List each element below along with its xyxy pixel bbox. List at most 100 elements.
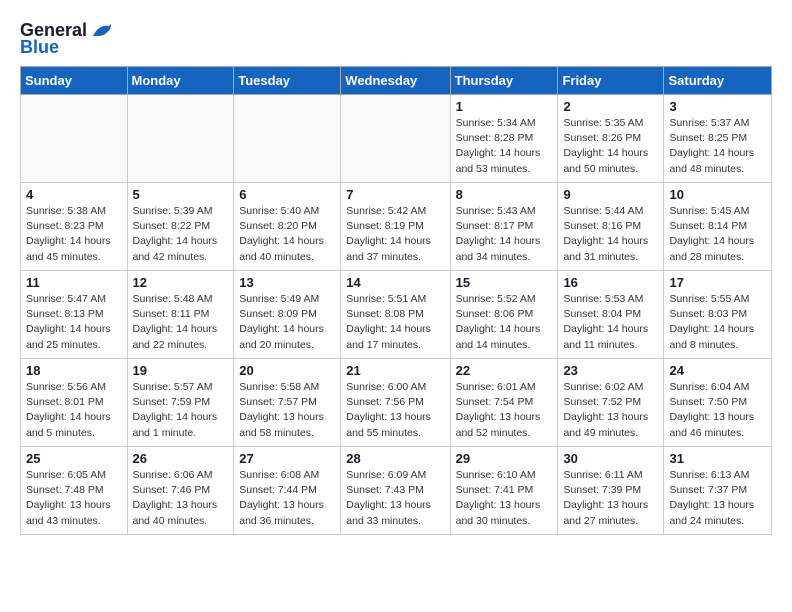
calendar-cell (21, 95, 128, 183)
day-number: 8 (456, 187, 553, 202)
calendar-cell: 8 Sunrise: 5:43 AM Sunset: 8:17 PM Daylig… (450, 183, 558, 271)
calendar-cell: 17 Sunrise: 5:55 AM Sunset: 8:03 PM Dayli… (664, 271, 772, 359)
day-info: Sunrise: 5:38 AM Sunset: 8:23 PM Dayligh… (26, 204, 122, 265)
day-info: Sunrise: 5:44 AM Sunset: 8:16 PM Dayligh… (563, 204, 658, 265)
calendar-cell: 23Sunrise: 6:02 AM Sunset: 7:52 PM Dayli… (558, 359, 664, 447)
calendar-cell: 4Sunrise: 5:38 AM Sunset: 8:23 PM Daylig… (21, 183, 128, 271)
day-number: 22 (456, 363, 553, 378)
day-info: Sunrise: 5:43 AM Sunset: 8:17 PM Dayligh… (456, 204, 553, 265)
calendar-cell: 12 Sunrise: 5:48 AM Sunset: 8:11 PM Dayli… (127, 271, 234, 359)
day-info: Sunrise: 5:52 AM Sunset: 8:06 PM Dayligh… (456, 292, 553, 353)
day-number: 20 (239, 363, 335, 378)
calendar-cell: 27Sunrise: 6:08 AM Sunset: 7:44 PM Dayli… (234, 447, 341, 535)
calendar-cell: 14 Sunrise: 5:51 AM Sunset: 8:08 PM Dayli… (341, 271, 450, 359)
day-number: 11 (26, 275, 122, 290)
day-number: 15 (456, 275, 553, 290)
calendar-header-wednesday: Wednesday (341, 67, 450, 95)
logo-bird-icon (91, 22, 113, 40)
day-info: Sunrise: 5:48 AM Sunset: 8:11 PM Dayligh… (133, 292, 229, 353)
day-info: Sunrise: 6:01 AM Sunset: 7:54 PM Dayligh… (456, 380, 553, 441)
day-info: Sunrise: 6:13 AM Sunset: 7:37 PM Dayligh… (669, 468, 766, 529)
day-info: Sunrise: 5:56 AM Sunset: 8:01 PM Dayligh… (26, 380, 122, 441)
day-info: Sunrise: 6:10 AM Sunset: 7:41 PM Dayligh… (456, 468, 553, 529)
calendar-cell: 6 Sunrise: 5:40 AM Sunset: 8:20 PM Daylig… (234, 183, 341, 271)
calendar-cell: 5 Sunrise: 5:39 AM Sunset: 8:22 PM Daylig… (127, 183, 234, 271)
calendar-cell: 26Sunrise: 6:06 AM Sunset: 7:46 PM Dayli… (127, 447, 234, 535)
day-info: Sunrise: 6:00 AM Sunset: 7:56 PM Dayligh… (346, 380, 444, 441)
day-number: 17 (669, 275, 766, 290)
calendar-cell: 3 Sunrise: 5:37 AM Sunset: 8:25 PM Daylig… (664, 95, 772, 183)
day-number: 7 (346, 187, 444, 202)
calendar-cell: 1 Sunrise: 5:34 AM Sunset: 8:28 PM Daylig… (450, 95, 558, 183)
week-row-3: 11 Sunrise: 5:47 AM Sunset: 8:13 PM Dayli… (21, 271, 772, 359)
calendar-header-tuesday: Tuesday (234, 67, 341, 95)
day-info: Sunrise: 5:49 AM Sunset: 8:09 PM Dayligh… (239, 292, 335, 353)
day-number: 10 (669, 187, 766, 202)
title-area (113, 16, 772, 18)
day-number: 12 (133, 275, 229, 290)
day-info: Sunrise: 5:42 AM Sunset: 8:19 PM Dayligh… (346, 204, 444, 265)
day-number: 14 (346, 275, 444, 290)
calendar-cell (127, 95, 234, 183)
logo-blue-text: Blue (20, 37, 59, 58)
calendar-cell: 11 Sunrise: 5:47 AM Sunset: 8:13 PM Dayli… (21, 271, 128, 359)
calendar-cell: 30 Sunrise: 6:11 AM Sunset: 7:39 PM Dayli… (558, 447, 664, 535)
day-info: Sunrise: 6:05 AM Sunset: 7:48 PM Dayligh… (26, 468, 122, 529)
calendar-cell: 22 Sunrise: 6:01 AM Sunset: 7:54 PM Dayli… (450, 359, 558, 447)
calendar-cell: 24Sunrise: 6:04 AM Sunset: 7:50 PM Dayli… (664, 359, 772, 447)
calendar-cell: 31 Sunrise: 6:13 AM Sunset: 7:37 PM Dayli… (664, 447, 772, 535)
calendar-cell: 2 Sunrise: 5:35 AM Sunset: 8:26 PM Daylig… (558, 95, 664, 183)
calendar-cell: 13 Sunrise: 5:49 AM Sunset: 8:09 PM Dayli… (234, 271, 341, 359)
header: General Blue (20, 16, 772, 58)
week-row-2: 4Sunrise: 5:38 AM Sunset: 8:23 PM Daylig… (21, 183, 772, 271)
calendar-cell: 21Sunrise: 6:00 AM Sunset: 7:56 PM Dayli… (341, 359, 450, 447)
day-number: 5 (133, 187, 229, 202)
day-number: 18 (26, 363, 122, 378)
calendar-cell: 29 Sunrise: 6:10 AM Sunset: 7:41 PM Dayli… (450, 447, 558, 535)
calendar-header-monday: Monday (127, 67, 234, 95)
day-number: 29 (456, 451, 553, 466)
day-info: Sunrise: 5:47 AM Sunset: 8:13 PM Dayligh… (26, 292, 122, 353)
day-info: Sunrise: 5:53 AM Sunset: 8:04 PM Dayligh… (563, 292, 658, 353)
day-number: 31 (669, 451, 766, 466)
calendar-table: SundayMondayTuesdayWednesdayThursdayFrid… (20, 66, 772, 535)
day-number: 28 (346, 451, 444, 466)
day-info: Sunrise: 6:02 AM Sunset: 7:52 PM Dayligh… (563, 380, 658, 441)
day-number: 3 (669, 99, 766, 114)
calendar-cell: 10Sunrise: 5:45 AM Sunset: 8:14 PM Dayli… (664, 183, 772, 271)
calendar-cell: 15 Sunrise: 5:52 AM Sunset: 8:06 PM Dayli… (450, 271, 558, 359)
calendar-cell: 28 Sunrise: 6:09 AM Sunset: 7:43 PM Dayli… (341, 447, 450, 535)
day-info: Sunrise: 5:39 AM Sunset: 8:22 PM Dayligh… (133, 204, 229, 265)
day-number: 6 (239, 187, 335, 202)
calendar-cell: 19Sunrise: 5:57 AM Sunset: 7:59 PM Dayli… (127, 359, 234, 447)
day-info: Sunrise: 6:06 AM Sunset: 7:46 PM Dayligh… (133, 468, 229, 529)
calendar-header-friday: Friday (558, 67, 664, 95)
day-info: Sunrise: 6:04 AM Sunset: 7:50 PM Dayligh… (669, 380, 766, 441)
calendar-cell: 18 Sunrise: 5:56 AM Sunset: 8:01 PM Dayli… (21, 359, 128, 447)
calendar-header-thursday: Thursday (450, 67, 558, 95)
day-info: Sunrise: 6:08 AM Sunset: 7:44 PM Dayligh… (239, 468, 335, 529)
calendar-cell: 16 Sunrise: 5:53 AM Sunset: 8:04 PM Dayli… (558, 271, 664, 359)
day-number: 1 (456, 99, 553, 114)
day-info: Sunrise: 5:58 AM Sunset: 7:57 PM Dayligh… (239, 380, 335, 441)
day-info: Sunrise: 5:55 AM Sunset: 8:03 PM Dayligh… (669, 292, 766, 353)
day-number: 16 (563, 275, 658, 290)
calendar-header-row: SundayMondayTuesdayWednesdayThursdayFrid… (21, 67, 772, 95)
calendar-cell: 7 Sunrise: 5:42 AM Sunset: 8:19 PM Daylig… (341, 183, 450, 271)
day-info: Sunrise: 5:37 AM Sunset: 8:25 PM Dayligh… (669, 116, 766, 177)
day-number: 30 (563, 451, 658, 466)
day-info: Sunrise: 5:35 AM Sunset: 8:26 PM Dayligh… (563, 116, 658, 177)
day-number: 13 (239, 275, 335, 290)
day-number: 9 (563, 187, 658, 202)
day-info: Sunrise: 5:34 AM Sunset: 8:28 PM Dayligh… (456, 116, 553, 177)
day-info: Sunrise: 6:09 AM Sunset: 7:43 PM Dayligh… (346, 468, 444, 529)
day-number: 2 (563, 99, 658, 114)
day-info: Sunrise: 5:57 AM Sunset: 7:59 PM Dayligh… (133, 380, 229, 441)
calendar-cell (341, 95, 450, 183)
day-info: Sunrise: 6:11 AM Sunset: 7:39 PM Dayligh… (563, 468, 658, 529)
calendar-header-saturday: Saturday (664, 67, 772, 95)
calendar-cell (234, 95, 341, 183)
calendar-cell: 20 Sunrise: 5:58 AM Sunset: 7:57 PM Dayli… (234, 359, 341, 447)
day-info: Sunrise: 5:40 AM Sunset: 8:20 PM Dayligh… (239, 204, 335, 265)
day-info: Sunrise: 5:51 AM Sunset: 8:08 PM Dayligh… (346, 292, 444, 353)
